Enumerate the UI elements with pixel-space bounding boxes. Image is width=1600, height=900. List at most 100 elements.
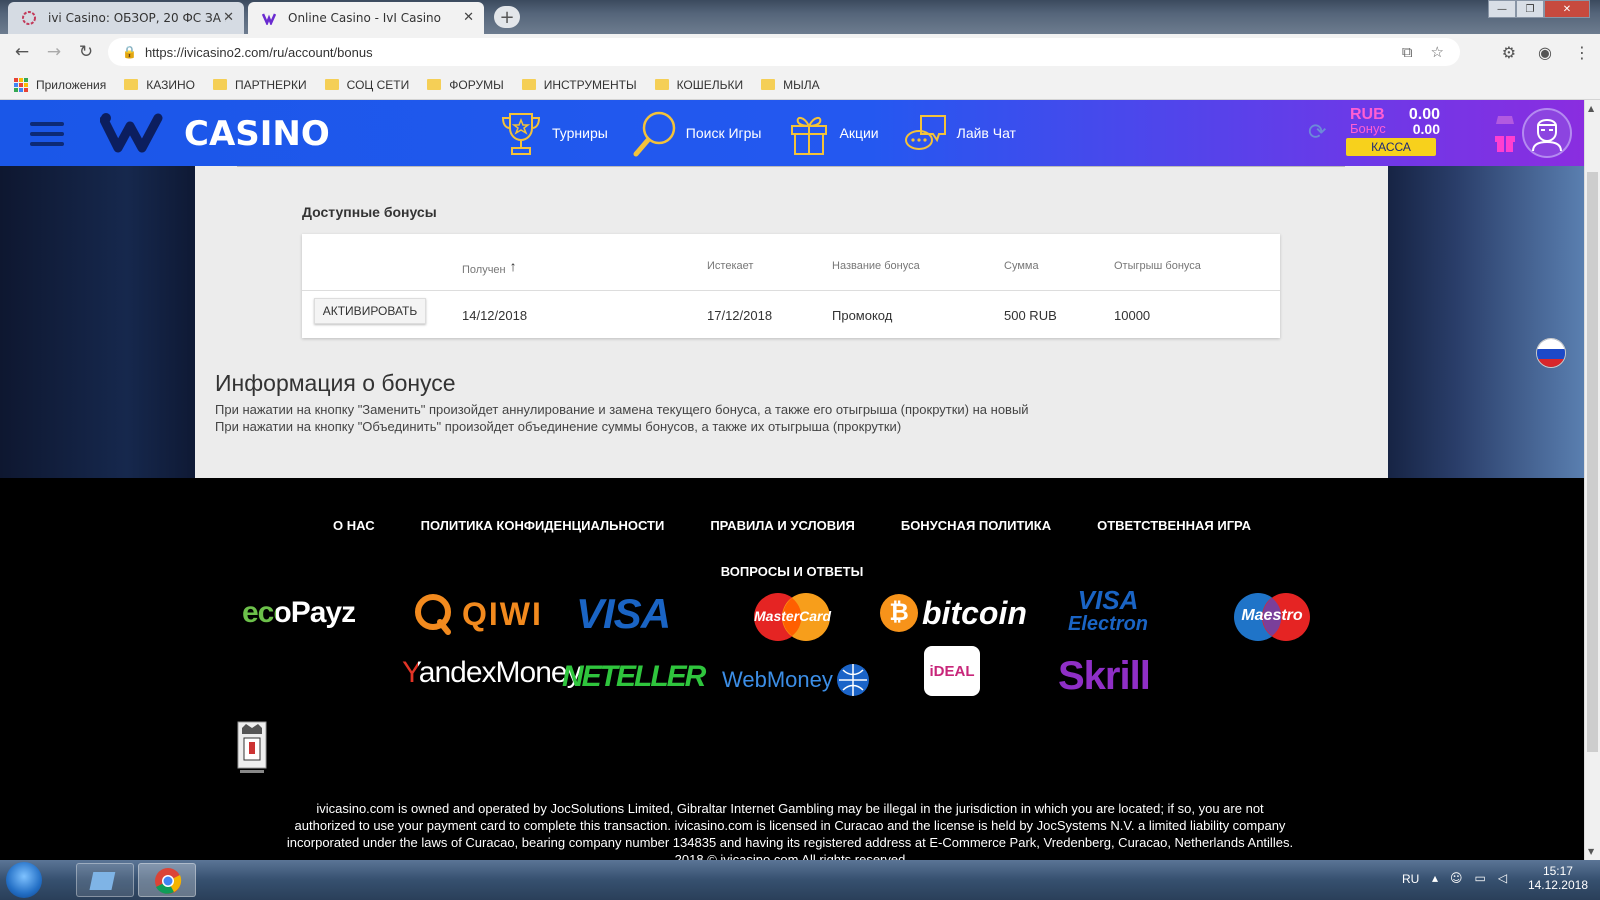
system-tray: ▴ ☺ ▭ ◁ <box>1432 871 1507 885</box>
neteller-logo: NETELLER <box>562 660 706 693</box>
folder-icon <box>654 79 669 90</box>
user-avatar-icon <box>1532 119 1562 152</box>
bonus-gift-icon[interactable] <box>1492 114 1518 154</box>
footer-links-row2: ВОПРОСЫ И ОТВЕТЫ <box>0 564 1584 579</box>
tray-app-icon[interactable]: ☺ <box>1450 871 1463 885</box>
magnifier-icon <box>633 111 676 157</box>
forward-arrow-icon[interactable]: → <box>38 42 70 62</box>
nav-search-games[interactable]: Поиск Игры <box>632 108 762 158</box>
footer-link-responsible-gaming[interactable]: ОТВЕТСТВЕННАЯ ИГРА <box>1097 518 1251 533</box>
nav-label: Поиск Игры <box>685 125 762 141</box>
bookmark-label: КАЗИНО <box>146 77 195 92</box>
url-text: https://ivicasino2.com/ru/account/bonus <box>144 44 373 60</box>
webmoney-text: WebMoney <box>722 667 833 692</box>
extension-icon[interactable]: ⚙ <box>1502 43 1516 62</box>
back-arrow-icon[interactable]: ← <box>6 42 38 62</box>
chat-icon <box>904 115 946 150</box>
site-header: CASINO Турниры Поиск Игры Акции Лайв Чат… <box>0 100 1584 166</box>
new-tab-button[interactable]: + <box>494 6 520 28</box>
bookmark-folder[interactable]: ПАРТНЕРКИ <box>212 78 307 92</box>
user-avatar[interactable] <box>1522 108 1572 158</box>
column-header-amount[interactable]: Сумма <box>1004 260 1039 272</box>
available-bonuses-title: Доступные бонусы <box>302 204 437 220</box>
bookmarks-bar: Приложения КАЗИНО ПАРТНЕРКИ СОЦ СЕТИ ФОР… <box>0 70 1600 100</box>
footer-link-terms[interactable]: ПРАВИЛА И УСЛОВИЯ <box>710 518 855 533</box>
scroll-down-icon[interactable]: ▼ <box>1588 847 1594 856</box>
bonus-info-line: При нажатии на кнопку "Заменить" произой… <box>215 402 1029 417</box>
clock[interactable]: 15:17 14.12.2018 <box>1528 864 1588 892</box>
cell-bonus-name: Промокод <box>832 308 893 323</box>
profile-extension-icon[interactable]: ◉ <box>1538 43 1552 62</box>
browser-toolbar: ← → ↻ 🔒 https://ivicasino2.com/ru/accoun… <box>0 34 1600 70</box>
bonus-label: Бонус <box>1350 121 1386 136</box>
visa-electron-top-text: VISA <box>1077 585 1139 615</box>
network-icon[interactable]: ▭ <box>1475 871 1486 885</box>
casino-favicon-icon <box>22 11 36 25</box>
hamburger-menu-icon[interactable] <box>30 122 64 152</box>
nav-live-chat[interactable]: Лайв Чат <box>903 108 1016 158</box>
legal-line: ivicasino.com is owned and operated by J… <box>316 801 1264 816</box>
folder-icon <box>124 79 139 90</box>
qiwi-text: QIWI <box>462 595 543 632</box>
page-scrollbar[interactable]: ▲ ▼ <box>1584 100 1600 860</box>
refresh-balance-icon[interactable]: ⟳ <box>1308 120 1326 145</box>
column-header-expires[interactable]: Истекает <box>707 260 753 272</box>
tab-close-icon[interactable]: ✕ <box>223 10 234 25</box>
column-header-name[interactable]: Название бонуса <box>832 260 920 272</box>
apps-grid-icon <box>14 77 28 92</box>
folder-icon <box>521 79 536 90</box>
site-logo[interactable]: CASINO <box>100 112 330 156</box>
nav-label: Лайв Чат <box>956 125 1016 141</box>
legal-line: incorporated under the laws of Curacao, … <box>286 835 1294 850</box>
bookmark-folder[interactable]: ИНСТРУМЕНТЫ <box>521 78 637 92</box>
account-bonus-content: Доступные бонусы Получен ↑ Истекает Назва… <box>195 166 1388 478</box>
bookmark-label: ФОРУМЫ <box>449 77 504 92</box>
keyboard-language[interactable]: RU <box>1402 872 1419 886</box>
folder-icon <box>427 79 442 90</box>
clock-time: 15:17 <box>1542 864 1573 878</box>
maximize-button[interactable]: ❐ <box>1516 0 1544 18</box>
sort-arrow-up-icon: ↑ <box>509 258 517 274</box>
ideal-text: iDEAL <box>929 662 975 680</box>
bookmark-apps[interactable]: Приложения <box>14 77 106 92</box>
bookmark-folder[interactable]: КАЗИНО <box>124 78 195 92</box>
bookmark-folder[interactable]: КОШЕЛЬКИ <box>654 78 743 92</box>
language-flag-ru-icon[interactable] <box>1536 338 1566 368</box>
tab-close-icon[interactable]: ✕ <box>463 10 474 25</box>
scrollbar-thumb[interactable] <box>1587 172 1598 752</box>
scroll-up-icon[interactable]: ▲ <box>1588 104 1594 113</box>
minimize-button[interactable]: — <box>1488 0 1516 18</box>
browser-tab[interactable]: ivi Casino: ОБЗОР, 20 ФС ЗА РЕГ ✕ <box>8 2 244 34</box>
nav-promotions[interactable]: Акции <box>786 108 879 158</box>
column-header-label: Получен <box>462 264 506 276</box>
cashier-button[interactable]: КАССА <box>1346 138 1436 156</box>
bonus-info-title: Информация о бонусе <box>215 370 456 396</box>
ecopayz-logo: ecoPayz <box>242 596 356 630</box>
translate-icon[interactable]: ⧉ <box>1402 43 1413 61</box>
menu-dots-icon[interactable]: ⋮ <box>1574 43 1590 62</box>
footer-link-privacy[interactable]: ПОЛИТИКА КОНФИДЕНЦИАЛЬНОСТИ <box>421 518 665 533</box>
close-window-button[interactable]: ✕ <box>1544 0 1590 18</box>
nav-tournaments[interactable]: Турниры <box>498 108 608 158</box>
footer-link-about[interactable]: О НАС <box>333 518 375 533</box>
column-header-wager[interactable]: Отыгрыш бонуса <box>1114 260 1201 272</box>
browser-tab-active[interactable]: Online Casino - IvI Casino ✕ <box>248 2 484 34</box>
bookmark-folder[interactable]: ФОРУМЫ <box>427 77 504 92</box>
ecopayz-text: ecoPayz <box>242 596 356 629</box>
bookmark-star-icon[interactable]: ☆ <box>1431 43 1444 61</box>
bookmark-label: МЫЛА <box>783 77 820 92</box>
footer-link-faq[interactable]: ВОПРОСЫ И ОТВЕТЫ <box>721 564 864 579</box>
activate-bonus-button[interactable]: АКТИВИРОВАТЬ <box>314 298 426 324</box>
column-header-received[interactable]: Получен ↑ <box>462 258 517 276</box>
bookmark-folder[interactable]: МЫЛА <box>761 78 820 92</box>
address-bar[interactable]: 🔒 https://ivicasino2.com/ru/account/bonu… <box>108 38 1460 66</box>
start-button[interactable] <box>6 862 42 898</box>
footer-link-bonus-policy[interactable]: БОНУСНАЯ ПОЛИТИКА <box>901 518 1051 533</box>
tray-expand-icon[interactable]: ▴ <box>1432 871 1438 885</box>
volume-icon[interactable]: ◁ <box>1498 871 1507 885</box>
taskbar-explorer-button[interactable] <box>76 863 134 897</box>
reload-icon[interactable]: ↻ <box>70 42 102 62</box>
taskbar-chrome-button[interactable] <box>138 863 196 897</box>
curacao-license-seal-icon[interactable] <box>236 720 268 776</box>
bookmark-folder[interactable]: СОЦ СЕТИ <box>324 78 409 92</box>
